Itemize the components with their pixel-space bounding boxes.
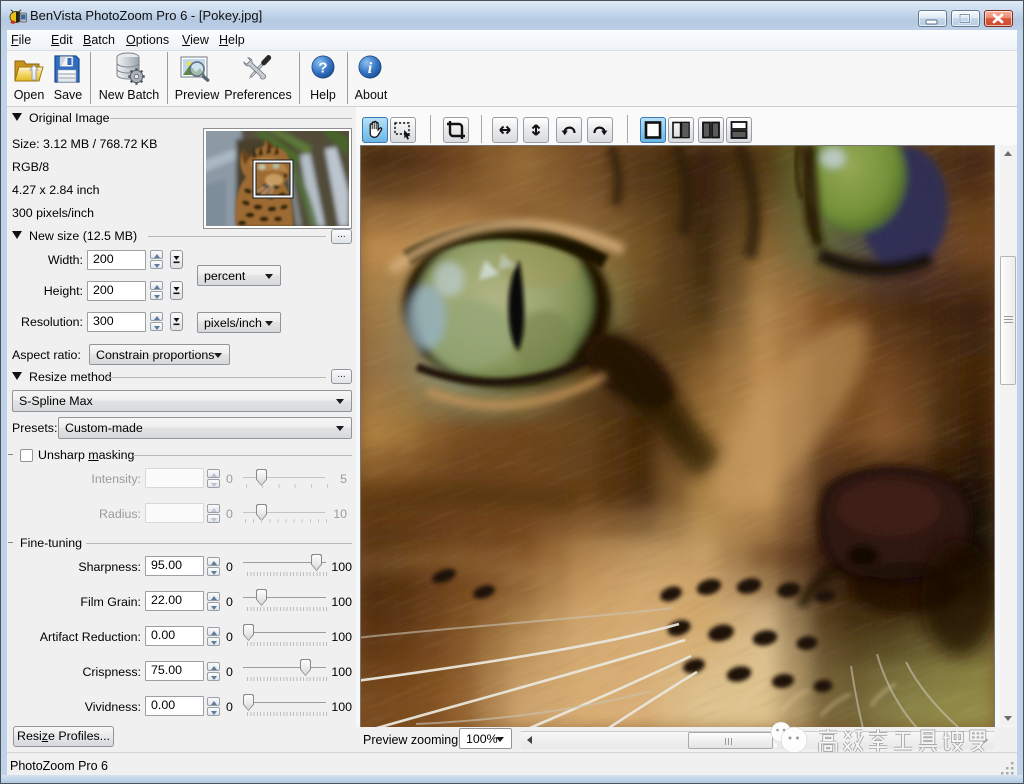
svg-text:i: i	[368, 60, 373, 77]
svg-text:?: ?	[318, 59, 327, 76]
